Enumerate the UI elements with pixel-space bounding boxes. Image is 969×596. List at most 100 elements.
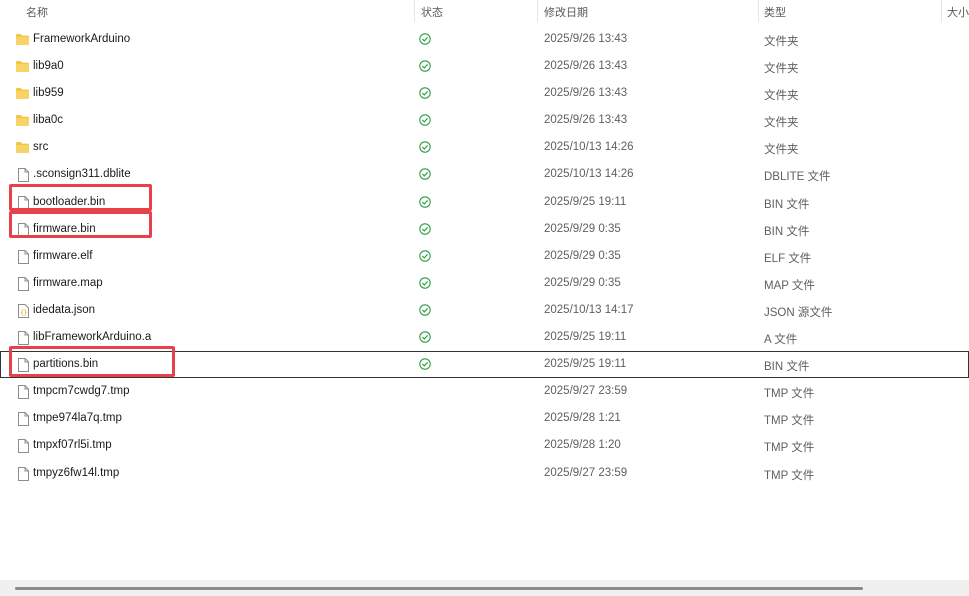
modified-date: 2025/10/13 14:17 [544,303,634,316]
sync-status-icon [419,168,431,183]
file-type: 文件夹 [764,117,799,130]
file-row[interactable]: lib9a0 2025/9/26 13:43 文件夹 [0,53,969,80]
file-icon [18,168,31,183]
file-row[interactable]: firmware.map 2025/9/29 0:35 MAP 文件 [0,270,969,297]
column-divider[interactable] [941,0,942,22]
sync-status-icon [419,141,431,156]
sync-status-icon [419,222,431,238]
modified-date: 2025/9/27 23:59 [544,466,628,479]
json-file-icon: {} [18,303,31,318]
sync-status-icon [419,33,431,48]
modified-date: 2025/9/27 23:59 [544,385,628,398]
column-divider[interactable] [537,0,538,22]
file-name[interactable]: tmpyz6fw14l.tmp [33,467,119,479]
file-name[interactable]: tmpxf07rl5i.tmp [33,439,112,451]
modified-date: 2025/9/26 13:43 [544,33,628,45]
file-name[interactable]: FrameworkArduino [33,33,130,45]
file-type: 文件夹 [764,90,799,103]
file-row[interactable]: tmpxf07rl5i.tmp 2025/9/28 1:20 TMP 文件 [0,432,969,459]
file-name[interactable]: .sconsign311.dblite [33,168,131,180]
file-row[interactable]: liba0c 2025/9/26 13:43 文件夹 [0,107,969,134]
modified-date: 2025/9/28 1:21 [544,412,621,425]
highlight-box [9,210,152,238]
file-icon [18,249,31,264]
file-icon [18,276,31,291]
file-row[interactable]: tmpcm7cwdg7.tmp 2025/9/27 23:59 TMP 文件 [0,378,969,405]
file-row[interactable]: src 2025/10/13 14:26 文件夹 [0,134,969,161]
file-icon [18,385,31,400]
file-name[interactable]: lib959 [33,87,64,99]
file-type: ELF 文件 [764,252,812,265]
file-row[interactable]: FrameworkArduino 2025/9/26 13:43 文件夹 [0,26,969,53]
file-type: BIN 文件 [764,225,810,238]
file-icon [18,412,31,427]
file-row[interactable]: lib959 2025/9/26 13:43 文件夹 [0,80,969,107]
file-name[interactable]: idedata.json [33,304,95,316]
modified-date: 2025/9/28 1:20 [544,439,621,452]
column-header-type[interactable]: 类型 [764,4,786,20]
modified-date: 2025/9/26 13:43 [544,60,628,73]
file-type: BIN 文件 [764,361,810,374]
sync-status-icon [419,195,431,211]
column-divider[interactable] [758,0,759,22]
file-name[interactable]: firmware.elf [33,250,92,262]
sync-status-icon [419,358,431,373]
sync-status-icon [419,277,431,292]
file-name[interactable]: src [33,141,48,153]
column-header-name[interactable]: 名称 [26,4,48,20]
file-type: TMP 文件 [764,388,815,401]
file-list: FrameworkArduino 2025/9/26 13:43 文件夹 lib9a0… [0,26,969,487]
horizontal-scrollbar[interactable] [0,580,969,596]
file-row[interactable]: firmware.elf 2025/9/29 0:35 ELF 文件 [0,243,969,270]
sync-status-icon [419,60,431,75]
file-type: 文件夹 [764,144,799,157]
highlight-box [9,346,175,378]
file-type: BIN 文件 [764,198,810,211]
file-type: 文件夹 [764,63,799,76]
folder-icon [16,61,29,74]
file-name[interactable]: tmpcm7cwdg7.tmp [33,385,130,397]
file-row[interactable]: tmpyz6fw14l.tmp 2025/9/27 23:59 TMP 文件 [0,460,969,487]
file-name[interactable]: firmware.map [33,277,103,289]
file-type: MAP 文件 [764,279,815,292]
svg-text:{}: {} [20,309,27,316]
file-icon [18,331,31,346]
modified-date: 2025/9/29 0:35 [544,249,621,262]
file-row[interactable]: {} idedata.json 2025/10/13 14:17 JSON 源文件 [0,297,969,324]
modified-date: 2025/9/26 13:43 [544,114,628,127]
modified-date: 2025/9/25 19:11 [544,358,627,371]
column-header-size[interactable]: 大小 [947,4,969,20]
file-name[interactable]: lib9a0 [33,60,64,72]
modified-date: 2025/9/29 0:35 [544,222,621,235]
file-name[interactable]: libFrameworkArduino.a [33,331,151,343]
file-type: DBLITE 文件 [764,171,831,184]
file-type: JSON 源文件 [764,306,833,319]
file-name[interactable]: liba0c [33,114,63,126]
file-name[interactable]: tmpe974la7q.tmp [33,412,122,424]
file-icon [18,466,31,481]
file-row[interactable]: firmware.bin 2025/9/29 0:35 BIN 文件 [0,210,969,243]
sync-status-icon [419,87,431,102]
file-type: A 文件 [764,334,798,347]
file-type: TMP 文件 [764,442,815,455]
modified-date: 2025/9/26 13:43 [544,87,628,100]
sort-caret-icon: ⌃ [213,0,221,5]
file-type: 文件夹 [764,36,799,48]
file-row[interactable]: partitions.bin 2025/9/25 19:11 BIN 文件 [0,346,969,379]
column-divider[interactable] [414,0,415,22]
file-type: TMP 文件 [764,415,815,428]
column-header-status[interactable]: 状态 [421,4,443,20]
file-type: TMP 文件 [764,469,815,482]
file-icon [18,439,31,454]
column-header-modified[interactable]: 修改日期 [544,4,588,20]
folder-icon [16,88,29,101]
scrollbar-thumb[interactable] [15,587,863,590]
file-row[interactable]: tmpe974la7q.tmp 2025/9/28 1:21 TMP 文件 [0,405,969,432]
column-header-bar: ⌃ 名称 状态 修改日期 类型 大小 [0,0,969,26]
modified-date: 2025/9/25 19:11 [544,195,627,208]
folder-icon [16,142,29,155]
sync-status-icon [419,331,431,346]
sync-status-icon [419,114,431,129]
modified-date: 2025/10/13 14:26 [544,141,634,154]
modified-date: 2025/9/25 19:11 [544,331,627,344]
